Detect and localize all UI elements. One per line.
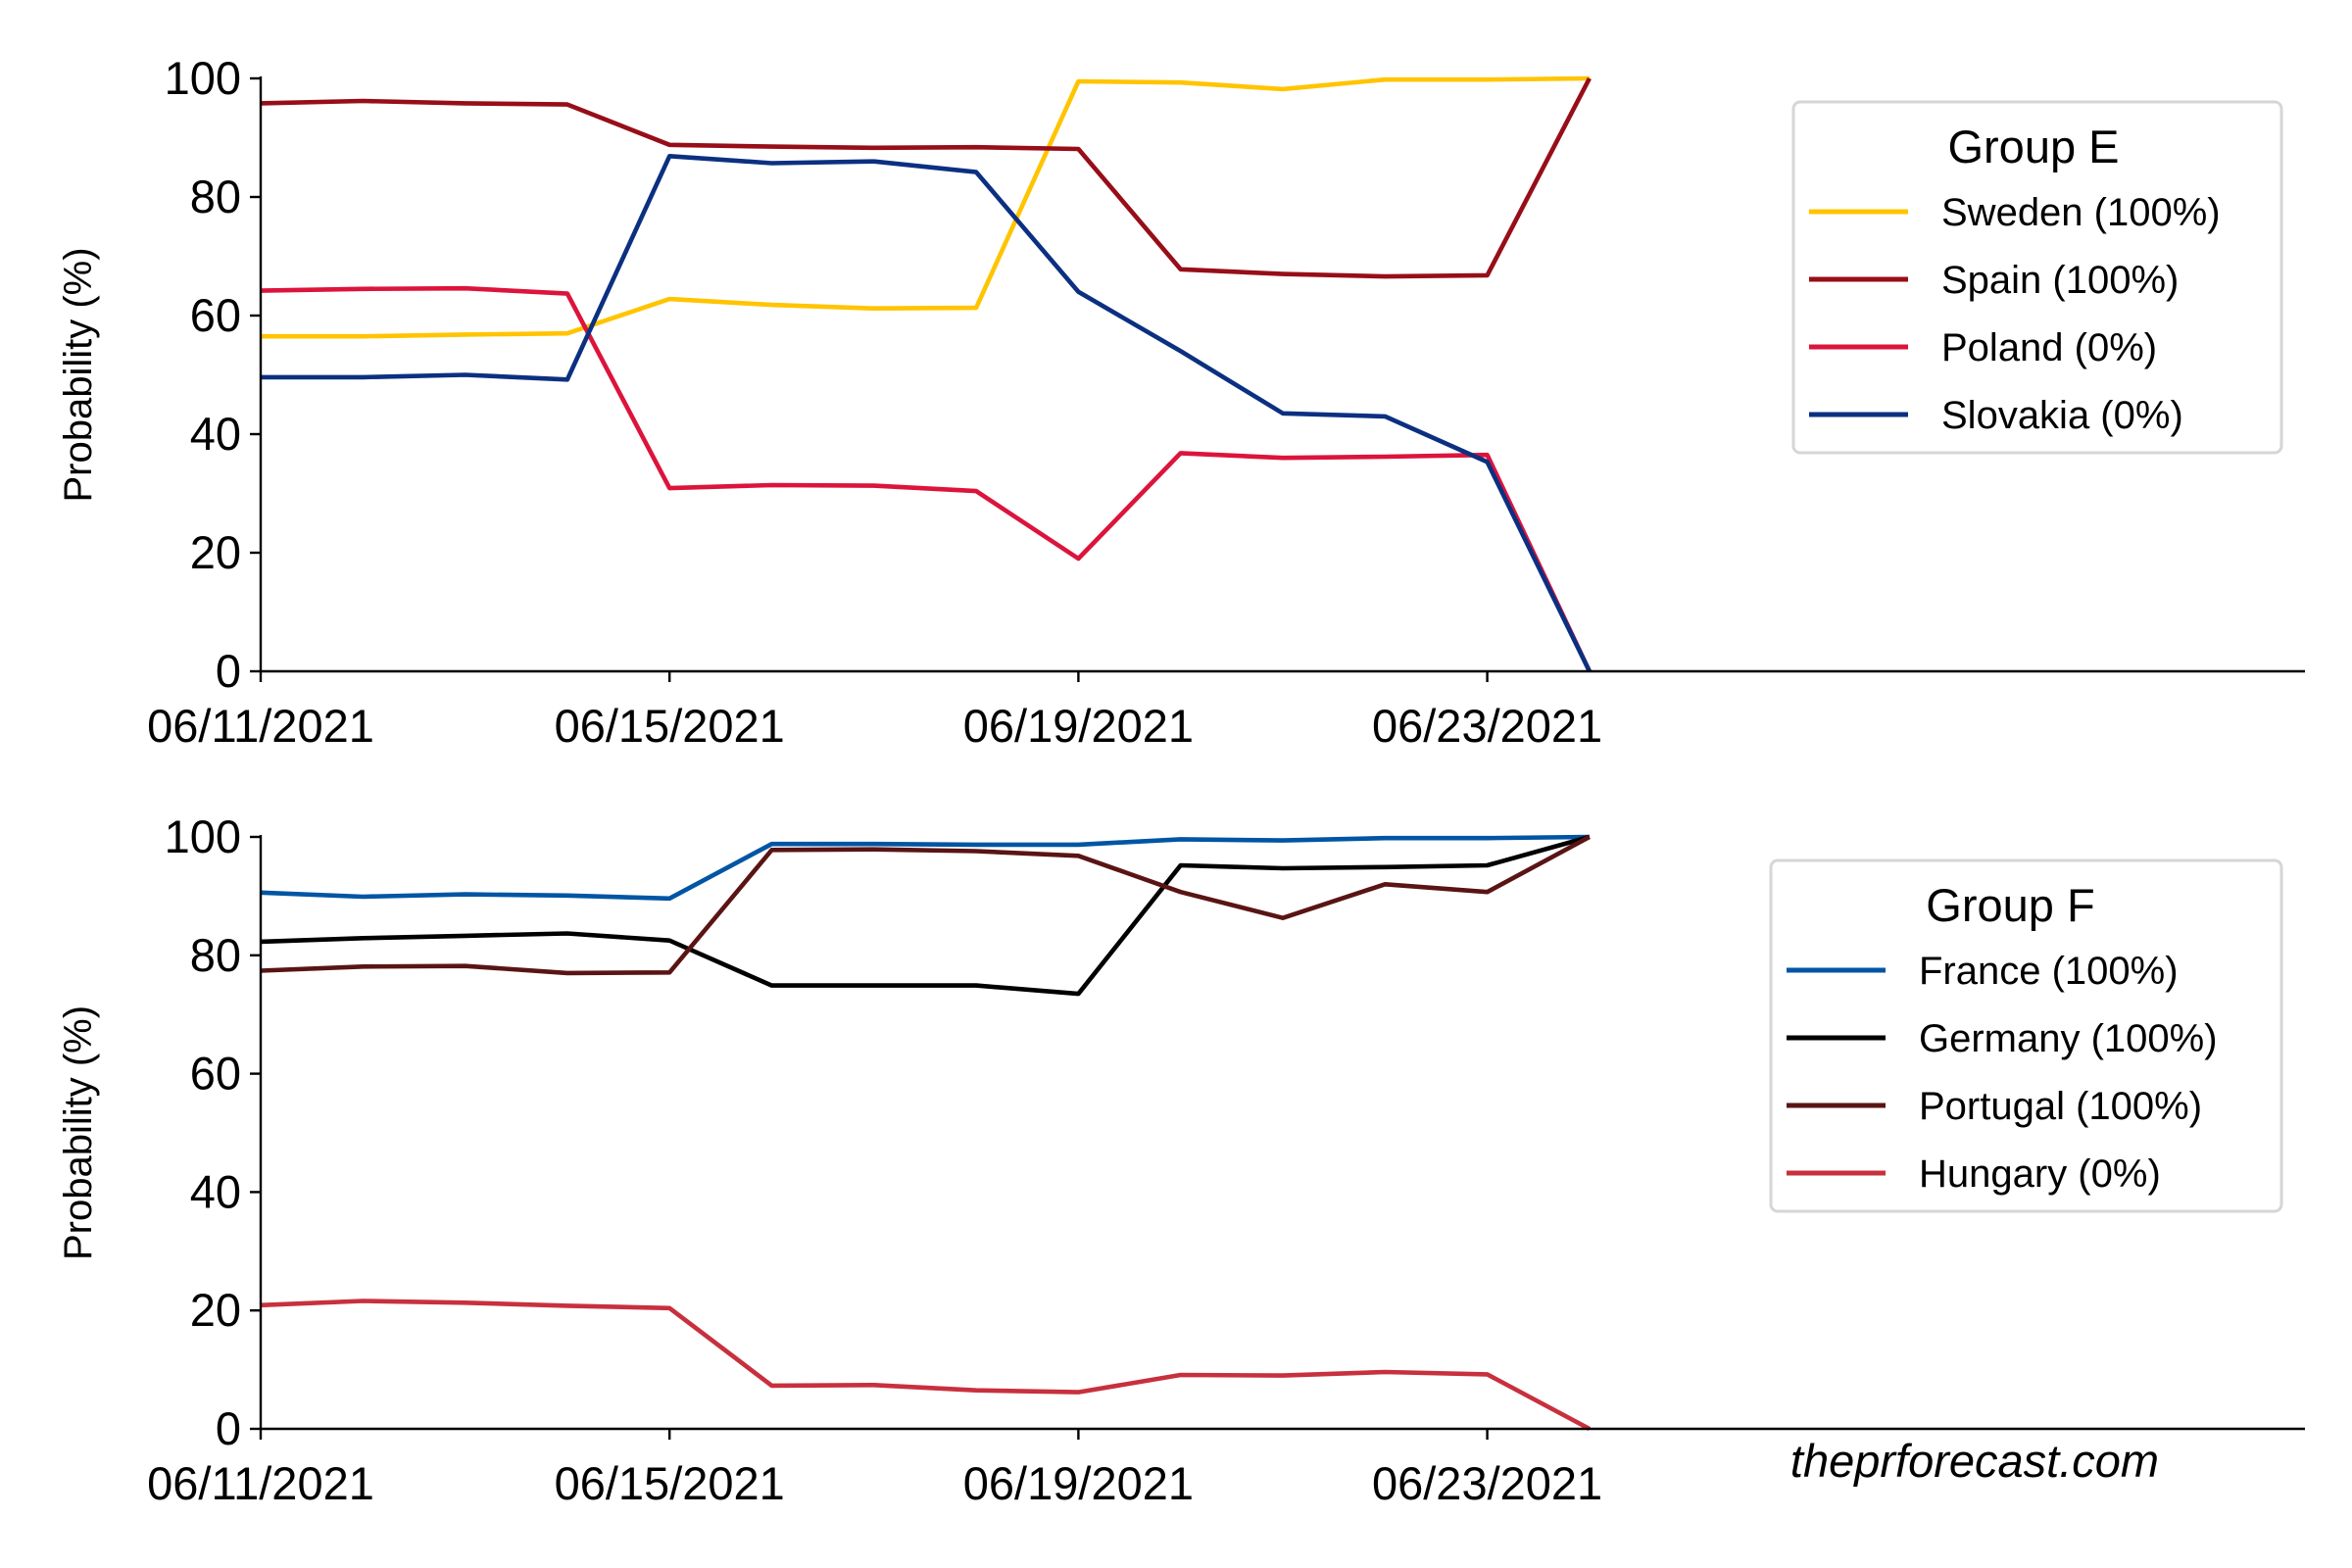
y-tick-label: 100 (165, 52, 241, 104)
x-tick-label: 06/15/2021 (555, 1457, 785, 1509)
legend-label-hungary: Hungary (0%) (1919, 1152, 2161, 1196)
series-line-germany (260, 834, 1591, 997)
y-axis-title: Probability (%) (57, 247, 100, 502)
x-tick-label: 06/11/2021 (147, 700, 374, 752)
y-tick-label: 60 (190, 1048, 241, 1100)
series-line-sweden (261, 75, 1590, 339)
figure: 0 20 40 60 80 100 06/11/2021 06/15/2021 06/19/20… (57, 52, 2305, 1509)
legend-label-france: France (100%) (1919, 950, 2179, 993)
series-line-hungary (260, 1298, 1591, 1432)
series-line-poland (260, 285, 1592, 672)
series-line-slovakia (261, 154, 1592, 673)
series-line-spain (260, 76, 1592, 279)
y-tick-label: 80 (190, 171, 241, 222)
legend-label-poland: Poland (0%) (1941, 326, 2157, 369)
y-tick-label: 20 (190, 1284, 241, 1336)
legend-title: Group E (1947, 121, 2119, 172)
y-axis-title: Probability (%) (57, 1005, 100, 1260)
x-tick-label: 06/23/2021 (1372, 1457, 1602, 1509)
x-tick-label: 06/19/2021 (963, 700, 1194, 752)
legend: Group E Sweden (100%) Spain (100%) Poland (… (1791, 100, 2283, 455)
x-tick-label: 06/19/2021 (963, 1457, 1194, 1509)
legend-label-germany: Germany (100%) (1919, 1017, 2218, 1060)
y-tick-label: 80 (190, 929, 241, 981)
legend: Group F France (100%) Germany (100%) Portug… (1769, 858, 2283, 1213)
x-tick-label: 06/15/2021 (555, 700, 785, 752)
x-tick-label: 06/11/2021 (147, 1457, 374, 1509)
legend-label-spain: Spain (100%) (1941, 259, 2179, 302)
chart-group-e: 0 20 40 60 80 100 06/11/2021 06/15/2021 06/19/20… (57, 52, 2305, 752)
legend-label-sweden: Sweden (100%) (1941, 191, 2221, 234)
watermark-text: theprforecast.com (1790, 1435, 2159, 1487)
legend-title: Group F (1926, 879, 2094, 931)
y-tick-label: 40 (190, 408, 241, 460)
y-tick-label: 20 (190, 526, 241, 578)
y-tick-label: 100 (165, 810, 241, 862)
legend-label-portugal: Portugal (100%) (1919, 1085, 2202, 1128)
y-tick-label: 40 (190, 1165, 241, 1217)
x-tick-label: 06/23/2021 (1372, 700, 1602, 752)
y-tick-label: 0 (216, 1402, 241, 1454)
legend-label-slovakia: Slovakia (0%) (1941, 394, 2183, 437)
y-tick-label: 60 (190, 289, 241, 341)
series-line-portugal (260, 834, 1591, 976)
chart-group-f: 0 20 40 60 80 100 06/11/2021 06/15/2021 06/19/20… (57, 810, 2305, 1509)
y-tick-label: 0 (216, 645, 241, 697)
